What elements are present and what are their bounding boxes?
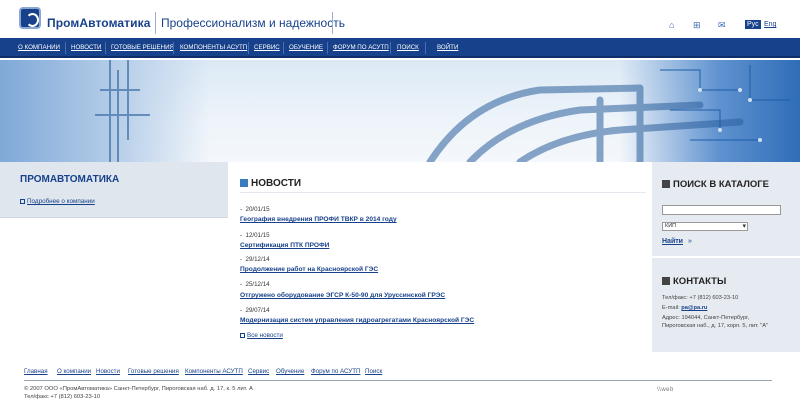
news-divider	[240, 192, 646, 193]
nav-separator	[390, 42, 391, 54]
nav-separator	[327, 42, 328, 54]
footer-link-components[interactable]: Компоненты АСУТП	[185, 368, 243, 375]
nav-item-search[interactable]: ПОИСК	[397, 44, 419, 51]
nav-item-news[interactable]: НОВОСТИ	[71, 44, 102, 51]
news-date: - 29/07/14	[240, 307, 270, 314]
contact-address: Пироговская наб., д. 17, корп. 5, лит. "…	[662, 323, 769, 329]
contacts-heading-label: КОНТАКТЫ	[673, 276, 727, 287]
catalog-heading: ПОИСК В КАТАЛОГЕ	[662, 179, 769, 190]
site-footer: Главная О компании Новости Готовые решен…	[0, 352, 800, 414]
news-date: - 25/12/14	[240, 281, 270, 288]
nav-item-training[interactable]: ОБУЧЕНИЕ	[289, 44, 323, 51]
sitemap-icon[interactable]: ⊞	[693, 20, 701, 31]
catalog-search-input[interactable]	[662, 205, 781, 215]
footer-link-training[interactable]: Обучение	[276, 368, 304, 375]
news-title-link[interactable]: Сертификация ПТК ПРОФИ	[240, 242, 329, 249]
search-icon	[662, 180, 670, 188]
nav-item-login[interactable]: ВОЙТИ	[437, 44, 458, 51]
tagline: Профессионализм и надежность	[161, 16, 345, 30]
footer-link-service[interactable]: Сервис	[248, 368, 269, 375]
nav-item-solutions[interactable]: ГОТОВЫЕ РЕШЕНИЯ	[111, 44, 174, 51]
news-heading-label: НОВОСТИ	[251, 178, 302, 189]
news-heading: НОВОСТИ	[240, 178, 301, 189]
contact-address: Адрес: 194044, Санкт-Петербург,	[662, 315, 750, 321]
footer-link-search[interactable]: Поиск	[365, 368, 382, 375]
nav-separator	[248, 42, 249, 54]
header-divider	[155, 12, 156, 34]
email-link[interactable]: pa@pa.ru	[681, 305, 707, 311]
logo-text[interactable]: ПромАвтоматика	[47, 16, 151, 30]
news-date-value: 29/07/14	[245, 307, 270, 314]
catalog-heading-label: ПОИСК В КАТАЛОГЕ	[673, 179, 769, 190]
nav-item-service[interactable]: СЕРВИС	[254, 44, 280, 51]
right-column: ПОИСК В КАТАЛОГЕ КИП Найти » КОНТАКТЫ Те…	[652, 162, 800, 352]
news-title-link[interactable]: Отгружено оборудование ЭГСР К-50-90 для …	[240, 292, 445, 299]
footer-link-forum[interactable]: Форум по АСУТП	[311, 368, 360, 375]
news-date-value: 29/12/14	[245, 256, 270, 263]
footer-copyright: © 2007 ООО «ПромАвтоматика» Санкт-Петерб…	[24, 386, 253, 392]
hero-banner	[0, 60, 800, 162]
banner-pipes-graphic	[95, 60, 790, 162]
footer-link-home[interactable]: Главная	[24, 368, 48, 375]
home-icon[interactable]: ⌂	[669, 20, 674, 30]
news-date-value: 25/12/14	[245, 281, 270, 288]
about-company-link-label[interactable]: Подробнее о компании	[27, 198, 95, 205]
right-divider	[652, 256, 800, 258]
header-divider	[332, 12, 333, 34]
news-title-link[interactable]: География внедрения ПРОФИ ТВКР в 2014 го…	[240, 216, 397, 223]
news-date: - 12/01/15	[240, 232, 270, 239]
footer-link-solutions[interactable]: Готовые решения	[128, 368, 179, 375]
news-date: - 20/01/15	[240, 206, 270, 213]
company-title: ПРОМАВТОМАТИКА	[20, 174, 120, 185]
footer-phone: Тел/факс +7 (812) 603-23-10	[24, 394, 101, 400]
nav-separator	[65, 42, 66, 54]
nav-separator	[105, 42, 106, 54]
contact-phone: Тел/факс: +7 (812) 603-23-10	[662, 295, 739, 301]
news-date: - 29/12/14	[240, 256, 270, 263]
nav-separator	[173, 42, 174, 54]
find-arrow: »	[688, 238, 692, 245]
page-icon	[240, 332, 245, 338]
site-header: ПромАвтоматика Профессионализм и надежно…	[0, 0, 800, 38]
news-title-link[interactable]: Продолжение работ на Красноярской ГЭС	[240, 266, 378, 273]
developer-logo[interactable]: \\web	[657, 387, 674, 393]
nav-item-about[interactable]: О КОМПАНИИ	[18, 44, 60, 51]
catalog-category-select[interactable]: КИП	[662, 222, 748, 231]
nav-separator	[283, 42, 284, 54]
contact-email-label: E-mail:	[662, 305, 682, 311]
nav-separator	[425, 42, 426, 54]
lang-en-link[interactable]: Eng	[764, 21, 776, 28]
find-button[interactable]: Найти	[662, 238, 683, 245]
news-icon	[240, 179, 248, 187]
all-news-label[interactable]: Все новости	[247, 332, 283, 339]
contacts-icon	[662, 277, 670, 285]
nav-item-components[interactable]: КОМПОНЕНТЫ АСУТП	[180, 44, 247, 51]
news-date-value: 20/01/15	[245, 206, 270, 213]
contacts-heading: КОНТАКТЫ	[662, 276, 726, 287]
news-section: НОВОСТИ - 20/01/15 География внедрения П…	[230, 162, 650, 352]
company-logo-icon[interactable]	[19, 7, 41, 29]
page-icon	[20, 198, 25, 204]
contact-email: E-mail: pa@pa.ru	[662, 305, 707, 311]
footer-divider	[24, 380, 772, 381]
about-company-link[interactable]: Подробнее о компании	[20, 198, 95, 205]
footer-link-about[interactable]: О компании	[57, 368, 91, 375]
all-news-link[interactable]: Все новости	[240, 332, 283, 339]
main-nav: О КОМПАНИИ НОВОСТИ ГОТОВЫЕ РЕШЕНИЯ КОМПО…	[0, 38, 800, 58]
nav-item-forum[interactable]: ФОРУМ ПО АСУТП	[333, 44, 389, 51]
news-title-link[interactable]: Модернизация систем управления гидроагре…	[240, 317, 474, 324]
news-date-value: 12/01/15	[245, 232, 270, 239]
mail-icon[interactable]: ✉	[718, 20, 726, 31]
lang-ru-button[interactable]: Рус	[745, 20, 761, 29]
company-box: ПРОМАВТОМАТИКА Подробнее о компании	[0, 162, 228, 218]
footer-link-news[interactable]: Новости	[96, 368, 120, 375]
left-column: ПРОМАВТОМАТИКА Подробнее о компании	[0, 162, 228, 352]
